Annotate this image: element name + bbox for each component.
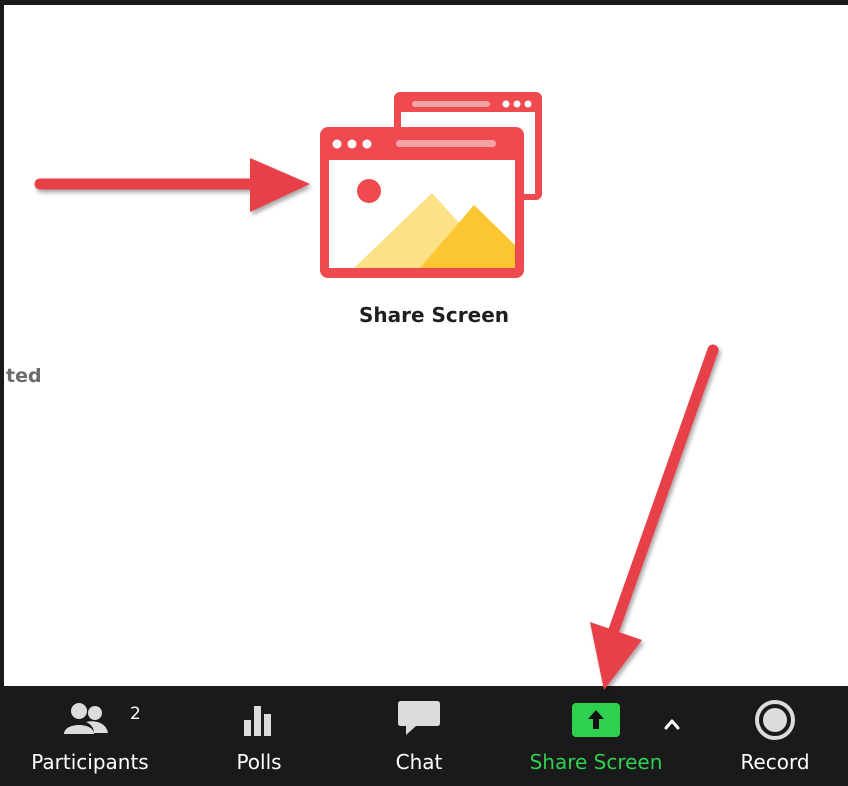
polls-label: Polls: [236, 750, 282, 774]
chat-label: Chat: [395, 750, 443, 774]
chat-button[interactable]: Chat: [364, 686, 474, 786]
polls-icon: [244, 706, 271, 736]
participants-icon: [64, 703, 108, 734]
polls-button[interactable]: Polls: [204, 686, 314, 786]
meeting-toolbar: 2 Participants Polls Chat Share Screen R…: [4, 686, 848, 786]
share-screen-title[interactable]: Share Screen: [304, 303, 564, 327]
participants-button[interactable]: 2 Participants: [18, 686, 162, 786]
caret-up-icon[interactable]: [659, 711, 685, 737]
record-label: Record: [740, 750, 810, 774]
participant-count: 2: [130, 704, 141, 724]
front-window-icon: [320, 127, 524, 278]
share-screen-label: Share Screen: [529, 750, 663, 774]
truncated-label: ted: [6, 365, 42, 387]
chat-icon: [398, 701, 440, 735]
share-screen-button[interactable]: Share Screen: [516, 686, 676, 786]
share-screen-up-arrow-icon: [572, 703, 620, 737]
main-window: Share Screen ted 2 Participants Polls Ch…: [0, 0, 848, 786]
record-button[interactable]: Record: [720, 686, 830, 786]
share-screen-illustration[interactable]: [4, 5, 848, 685]
participants-label: Participants: [31, 750, 149, 774]
record-icon: [755, 700, 795, 740]
